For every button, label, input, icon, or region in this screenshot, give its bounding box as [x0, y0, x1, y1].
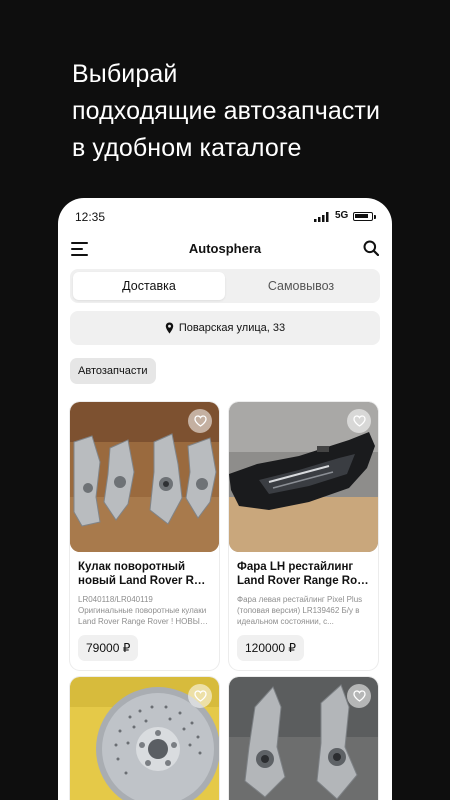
promo-line-3: в удобном каталоге [72, 134, 302, 162]
product-desc-line-1: Фара левая рестайлинг Pixel Plus [237, 595, 363, 604]
product-description: LR040118/LR040119 Оригинальные поворотны… [70, 588, 219, 627]
product-price: 120000 ₽ [237, 635, 305, 661]
address-selector[interactable]: Поварская улица, 33 [70, 311, 380, 345]
promo-line-1: Выбирай [72, 60, 178, 88]
steering-knuckles-photo-2 [229, 677, 378, 800]
favorite-heart-icon[interactable] [188, 409, 212, 433]
product-title: Фара LH рестайлинг Land Rover Range Rove… [229, 552, 378, 588]
promo-headline: Выбирай подходящие автозапчасти в удобно… [72, 56, 380, 167]
product-desc-line-1: LR040118/LR040119 [78, 595, 153, 604]
product-title-line-1: Кулак поворотный [78, 561, 186, 573]
app-title: Autosphera [188, 241, 262, 256]
phone-screen: 12:35 5G Autosphera Доставка Самовывоз П… [58, 198, 392, 800]
favorite-heart-icon[interactable] [347, 684, 371, 708]
product-card[interactable] [229, 677, 378, 800]
status-bar: 12:35 5G [58, 198, 392, 234]
product-desc-line-3: идеальном состоянии, с... [237, 617, 334, 626]
product-desc-line-3: Land Rover Range Rover ! НОВЫЙ!... [78, 617, 211, 626]
tab-pickup[interactable]: Самовывоз [225, 272, 377, 300]
status-time: 12:35 [75, 210, 106, 224]
product-description: Фара левая рестайлинг Pixel Plus (топова… [229, 588, 378, 627]
promo-line-2: подходящие автозапчасти [72, 97, 381, 125]
tab-delivery[interactable]: Доставка [73, 272, 225, 300]
app-bar: Autosphera [58, 234, 392, 264]
battery-icon [353, 212, 376, 221]
product-desc-line-2: (топовая версия) LR139462 Б/у в [237, 606, 360, 615]
product-card[interactable]: Фара LH рестайлинг Land Rover Range Rove… [229, 402, 378, 670]
product-title: Кулак поворотный новый Land Rover Range.… [70, 552, 219, 588]
product-title-line-2: новый Land Rover Range... [78, 575, 211, 587]
headlight-photo [229, 402, 378, 552]
address-text: Поварская улица, 33 [178, 322, 286, 334]
product-title-line-2: Land Rover Range Rove... [237, 575, 370, 587]
category-chip[interactable]: Автозапчасти [70, 358, 156, 384]
product-price: 79000 ₽ [78, 635, 139, 661]
product-card[interactable]: Кулак поворотный новый Land Rover Range.… [70, 402, 219, 670]
product-desc-line-2: Оригинальные поворотные кулаки [78, 606, 207, 615]
favorite-heart-icon[interactable] [188, 684, 212, 708]
product-title-line-1: Фара LH рестайлинг [237, 561, 354, 573]
network-type: 5G [335, 210, 349, 221]
cellular-signal-icon [314, 212, 329, 222]
favorite-heart-icon[interactable] [347, 409, 371, 433]
steering-knuckles-photo [70, 402, 219, 552]
location-pin-icon [165, 322, 174, 334]
search-icon[interactable] [363, 240, 379, 256]
delivery-mode-toggle: Доставка Самовывоз [70, 269, 380, 303]
product-card[interactable] [70, 677, 219, 800]
brake-disc-photo [70, 677, 219, 800]
